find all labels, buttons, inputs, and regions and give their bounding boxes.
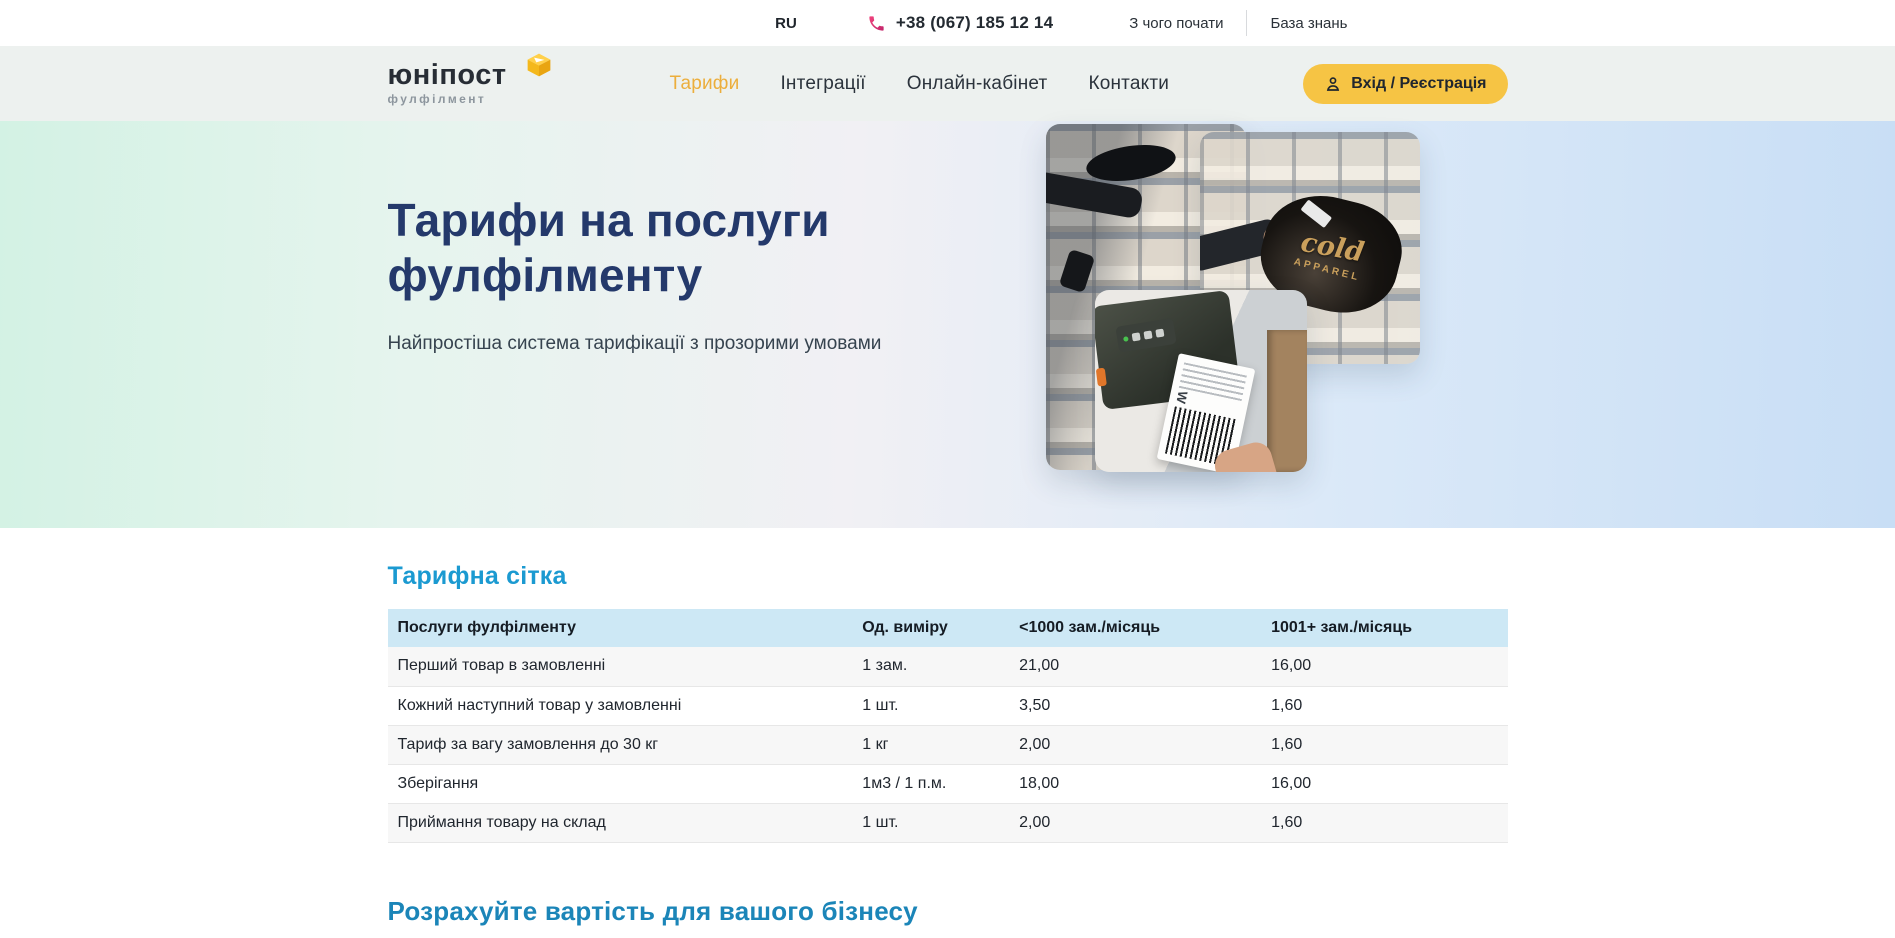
table-row: Перший товар в замовленні 1 зам. 21,00 1…	[388, 647, 1508, 686]
unit-cell: 1 кг	[852, 725, 1009, 764]
price-cell: 21,00	[1009, 647, 1261, 686]
col-header-service: Послуги фулфілменту	[388, 609, 853, 647]
printer-control-panel	[1115, 318, 1176, 353]
pricing-section-title: Тарифна сітка	[388, 562, 1508, 591]
price-cell: 2,00	[1009, 725, 1261, 764]
service-cell: Перший товар в замовленні	[388, 647, 853, 686]
logo-cube-icon	[526, 52, 552, 78]
login-button-label: Вхід / Реєстрація	[1351, 75, 1486, 93]
topbar-link-knowledge-base[interactable]: База знань	[1270, 15, 1347, 32]
table-row: Кожний наступний товар у замовленні 1 шт…	[388, 686, 1508, 725]
price-cell: 2,00	[1009, 803, 1261, 842]
col-header-under-1000: <1000 зам./місяць	[1009, 609, 1261, 647]
unit-cell: 1м3 / 1 п.м.	[852, 764, 1009, 803]
user-icon	[1324, 75, 1342, 93]
service-cell: Тариф за вагу замовлення до 30 кг	[388, 725, 853, 764]
nav-contacts[interactable]: Контакти	[1088, 73, 1169, 95]
phone-icon	[867, 14, 886, 33]
phone-group[interactable]: +38 (067) 185 12 14	[867, 13, 1053, 33]
logo-title: юніпост	[388, 61, 538, 90]
topbar-link-getting-started[interactable]: З чого почати	[1129, 15, 1223, 32]
nav-tariffs[interactable]: Тарифи	[670, 73, 740, 95]
nav-integrations[interactable]: Інтеграції	[780, 73, 865, 95]
price-cell: 18,00	[1009, 764, 1261, 803]
site-header: юніпост фулфілмент Тарифи Інтеграції Онл…	[0, 46, 1895, 121]
table-row: Приймання товару на склад 1 шт. 2,00 1,6…	[388, 803, 1508, 842]
login-register-button[interactable]: Вхід / Реєстрація	[1303, 64, 1507, 104]
unit-cell: 1 шт.	[852, 686, 1009, 725]
language-switcher[interactable]: RU	[775, 15, 797, 32]
service-cell: Приймання товару на склад	[388, 803, 853, 842]
printer-led	[1122, 336, 1128, 342]
unit-cell: 1 шт.	[852, 803, 1009, 842]
phone-number[interactable]: +38 (067) 185 12 14	[896, 13, 1053, 33]
tariff-table: Послуги фулфілменту Од. виміру <1000 зам…	[388, 609, 1508, 843]
photo-label-printer: W	[1095, 290, 1307, 472]
price-cell: 3,50	[1009, 686, 1261, 725]
printer-button	[1131, 332, 1140, 341]
col-header-over-1001: 1001+ зам./місяць	[1261, 609, 1507, 647]
cardboard-box-shape	[1267, 330, 1307, 472]
price-cell: 16,00	[1261, 647, 1507, 686]
shipping-label-small	[1300, 199, 1332, 228]
table-header-row: Послуги фулфілменту Од. виміру <1000 зам…	[388, 609, 1508, 647]
printer-button	[1143, 330, 1152, 339]
page-subtitle: Найпростіша система тарифікації з прозор…	[388, 333, 968, 355]
calculator-section-title: Розрахуйте вартість для вашого бізнесу	[388, 896, 1508, 927]
printer-latch	[1095, 368, 1106, 387]
price-cell: 1,60	[1261, 725, 1507, 764]
printer-button	[1155, 329, 1164, 338]
logo-subtitle: фулфілмент	[388, 92, 538, 106]
pricing-section: Тарифна сітка Послуги фулфілменту Од. ви…	[0, 528, 1895, 927]
topbar-divider	[1246, 10, 1247, 36]
col-header-unit: Од. виміру	[852, 609, 1009, 647]
price-cell: 1,60	[1261, 686, 1507, 725]
hero-section: Тарифи на послуги фулфілменту Найпростіш…	[0, 121, 1895, 528]
logo[interactable]: юніпост фулфілмент	[388, 61, 538, 106]
main-nav: Тарифи Інтеграції Онлайн-кабінет Контакт…	[670, 73, 1170, 95]
page-title: Тарифи на послуги фулфілменту	[388, 193, 968, 303]
service-cell: Зберігання	[388, 764, 853, 803]
label-letter: W	[1172, 390, 1190, 407]
table-row: Зберігання 1м3 / 1 п.м. 18,00 16,00	[388, 764, 1508, 803]
price-cell: 16,00	[1261, 764, 1507, 803]
nav-online-cabinet[interactable]: Онлайн-кабінет	[907, 73, 1048, 95]
service-cell: Кожний наступний товар у замовленні	[388, 686, 853, 725]
table-row: Тариф за вагу замовлення до 30 кг 1 кг 2…	[388, 725, 1508, 764]
topbar: RU +38 (067) 185 12 14 З чого почати Баз…	[0, 0, 1895, 46]
price-cell: 1,60	[1261, 803, 1507, 842]
unit-cell: 1 зам.	[852, 647, 1009, 686]
